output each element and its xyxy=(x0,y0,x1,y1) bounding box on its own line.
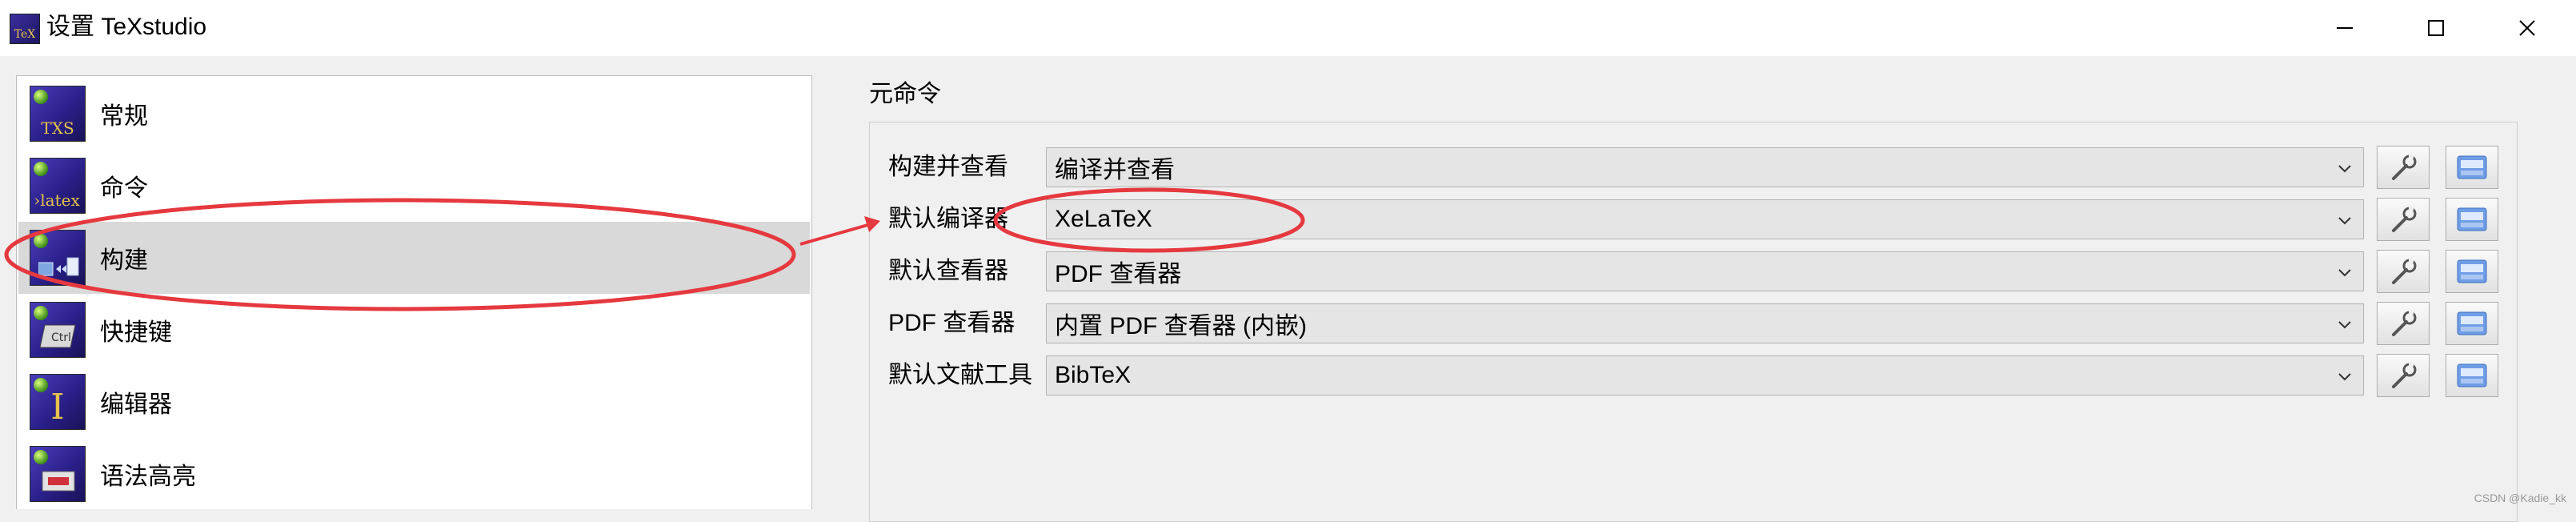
chevron-down-icon xyxy=(2338,269,2351,277)
row-label-pdf-viewer: PDF 查看器 xyxy=(888,310,1016,336)
console-icon xyxy=(2457,155,2487,179)
close-icon xyxy=(2519,20,2535,36)
build-and-view-select[interactable]: 编译并查看 xyxy=(1046,147,2364,187)
nav-item-editor[interactable]: I 编辑器 xyxy=(18,366,810,438)
default-compiler-select[interactable]: XeLaTeX xyxy=(1046,199,2364,239)
configure-bibliography-tool-button[interactable] xyxy=(2377,354,2430,397)
chevron-down-icon xyxy=(2338,373,2351,381)
nav-item-label: 命令 xyxy=(100,175,148,202)
row-label-default-compiler: 默认编译器 xyxy=(888,206,1008,232)
syntax-highlight-icon xyxy=(30,446,86,502)
nav-item-shortcuts[interactable]: Ctrl 快捷键 xyxy=(18,294,810,366)
nav-item-commands[interactable]: ›latex 命令 xyxy=(18,150,810,222)
nav-item-build[interactable]: 构建 xyxy=(18,222,810,294)
row-label-default-viewer: 默认查看器 xyxy=(888,258,1008,284)
minimize-button[interactable] xyxy=(2313,8,2377,48)
nav-item-label: 编辑器 xyxy=(100,392,172,418)
title-bar: TeX 设置 TeXstudio xyxy=(0,0,2576,56)
console-icon xyxy=(2457,311,2487,335)
maximize-icon xyxy=(2428,20,2444,36)
console-icon xyxy=(2457,207,2487,231)
configure-default-viewer-button[interactable] xyxy=(2377,250,2430,293)
select-value: 内置 PDF 查看器 (内嵌) xyxy=(1055,313,1307,339)
row-label-build-and-view: 构建并查看 xyxy=(888,154,1008,180)
txs-general-icon: TXS xyxy=(30,86,86,142)
select-value: PDF 查看器 xyxy=(1055,261,1182,287)
wrench-icon xyxy=(2392,258,2417,284)
run-default-viewer-button[interactable] xyxy=(2446,250,2498,293)
nav-item-syntax-highlight[interactable]: 语法高亮 xyxy=(18,438,810,510)
nav-item-general[interactable]: TXS 常规 xyxy=(18,78,810,150)
nav-item-label: 构建 xyxy=(100,247,148,274)
select-value: BibTeX xyxy=(1055,362,1132,388)
wrench-icon xyxy=(2392,362,2417,388)
chevron-down-icon xyxy=(2338,217,2351,225)
bibliography-tool-select[interactable]: BibTeX xyxy=(1046,355,2364,396)
pdf-viewer-select[interactable]: 内置 PDF 查看器 (内嵌) xyxy=(1046,303,2364,343)
meta-commands-group-title: 元命令 xyxy=(869,81,941,107)
texstudio-app-icon: TeX xyxy=(10,14,40,44)
run-pdf-viewer-button[interactable] xyxy=(2446,302,2498,345)
nav-item-label: 常规 xyxy=(100,103,148,130)
window-title: 设置 TeXstudio xyxy=(46,14,207,40)
run-build-and-view-button[interactable] xyxy=(2446,146,2498,189)
configure-pdf-viewer-button[interactable] xyxy=(2377,302,2430,345)
build-icon xyxy=(30,230,86,286)
configure-default-compiler-button[interactable] xyxy=(2377,198,2430,241)
chevron-down-icon xyxy=(2338,165,2351,173)
close-button[interactable] xyxy=(2495,8,2559,48)
latex-command-icon: ›latex xyxy=(30,158,86,214)
maximize-button[interactable] xyxy=(2404,8,2468,48)
run-bibliography-tool-button[interactable] xyxy=(2446,354,2498,397)
default-viewer-select[interactable]: PDF 查看器 xyxy=(1046,251,2364,291)
chevron-down-icon xyxy=(2338,321,2351,329)
settings-category-list: TXS 常规 ›latex 命令 构建 Ctrl 快捷键 I 编辑器 语法高亮 xyxy=(16,75,812,509)
minimize-icon xyxy=(2337,27,2353,29)
nav-item-label: 语法高亮 xyxy=(100,464,196,490)
select-value: XeLaTeX xyxy=(1055,206,1152,232)
configure-build-and-view-button[interactable] xyxy=(2377,146,2430,189)
watermark: CSDN @Kadie_kk xyxy=(2474,492,2566,504)
run-default-compiler-button[interactable] xyxy=(2446,198,2498,241)
select-value: 编译并查看 xyxy=(1055,157,1175,183)
wrench-icon xyxy=(2392,154,2417,180)
editor-cursor-icon: I xyxy=(30,374,86,430)
console-icon xyxy=(2457,259,2487,283)
wrench-icon xyxy=(2392,310,2417,336)
nav-item-label: 快捷键 xyxy=(100,319,172,346)
row-label-bibliography-tool: 默认文献工具 xyxy=(888,362,1032,388)
keyboard-shortcut-icon: Ctrl xyxy=(30,302,86,358)
wrench-icon xyxy=(2392,206,2417,232)
svg-text:Ctrl: Ctrl xyxy=(51,331,71,344)
console-icon xyxy=(2457,363,2487,387)
